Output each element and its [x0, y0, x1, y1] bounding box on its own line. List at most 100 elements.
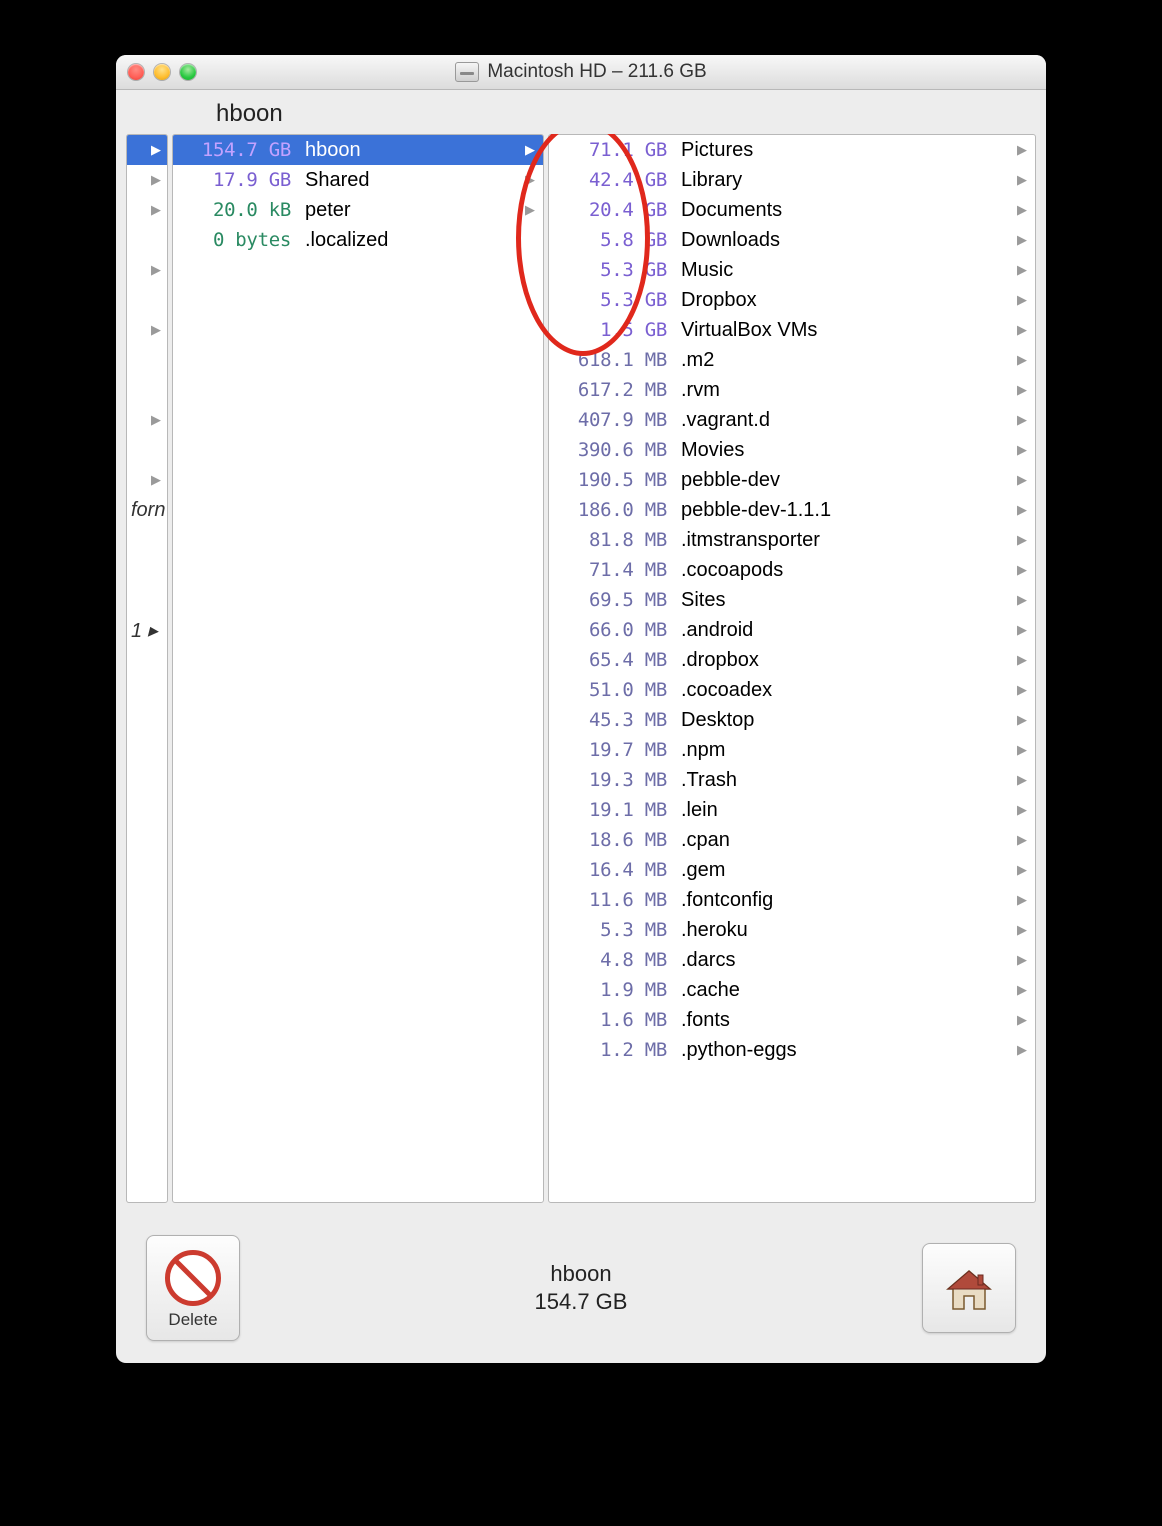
file-name: Music [667, 259, 1013, 282]
file-size: 19.3 MB [557, 769, 667, 791]
file-name: pebble-dev [667, 469, 1013, 492]
delete-button[interactable]: Delete [146, 1235, 240, 1341]
file-name: Documents [667, 199, 1013, 222]
file-size: 1.9 MB [557, 979, 667, 1001]
peek-arrow[interactable]: ▶ [127, 315, 167, 345]
file-size: 5.3 GB [557, 259, 667, 281]
peek-arrow[interactable]: ▶ [127, 165, 167, 195]
contents-row[interactable]: 5.3 GBMusic▶ [549, 255, 1035, 285]
chevron-right-icon: ▶ [521, 172, 539, 188]
contents-row[interactable]: 618.1 MB.m2▶ [549, 345, 1035, 375]
contents-row[interactable]: 51.0 MB.cocoadex▶ [549, 675, 1035, 705]
chevron-right-icon: ▶ [1013, 832, 1031, 848]
contents-row[interactable]: 5.3 MB.heroku▶ [549, 915, 1035, 945]
file-size: 45.3 MB [557, 709, 667, 731]
contents-row[interactable]: 11.6 MB.fontconfig▶ [549, 885, 1035, 915]
contents-row[interactable]: 5.3 GBDropbox▶ [549, 285, 1035, 315]
chevron-right-icon: ▶ [1013, 922, 1031, 938]
chevron-right-icon: ▶ [1013, 532, 1031, 548]
zoom-button[interactable] [180, 64, 196, 80]
file-name: hboon [291, 139, 521, 162]
file-name: Sites [667, 589, 1013, 612]
file-size: 190.5 MB [557, 469, 667, 491]
chevron-right-icon: ▶ [1013, 232, 1031, 248]
file-name: .heroku [667, 919, 1013, 942]
contents-row[interactable]: 16.4 MB.gem▶ [549, 855, 1035, 885]
contents-row[interactable]: 19.3 MB.Trash▶ [549, 765, 1035, 795]
chevron-right-icon: ▶ [1013, 142, 1031, 158]
file-name: .cpan [667, 829, 1013, 852]
file-size: 69.5 MB [557, 589, 667, 611]
chevron-right-icon: ▶ [1013, 1042, 1031, 1058]
file-size: 5.8 GB [557, 229, 667, 251]
contents-row[interactable]: 1.2 MB.python-eggs▶ [549, 1035, 1035, 1065]
contents-row[interactable]: 19.7 MB.npm▶ [549, 735, 1035, 765]
peek-arrow[interactable]: ▶ [127, 195, 167, 225]
contents-row[interactable]: 19.1 MB.lein▶ [549, 795, 1035, 825]
chevron-right-icon: ▶ [1013, 502, 1031, 518]
file-size: 407.9 MB [557, 409, 667, 431]
contents-row[interactable]: 66.0 MB.android▶ [549, 615, 1035, 645]
contents-row[interactable]: 18.6 MB.cpan▶ [549, 825, 1035, 855]
column-users[interactable]: 154.7 GBhboon▶17.9 GBShared▶20.0 kBpeter… [172, 134, 544, 1203]
home-button[interactable] [922, 1243, 1016, 1333]
contents-row[interactable]: 1.5 GBVirtualBox VMs▶ [549, 315, 1035, 345]
column-hboon-contents[interactable]: 71.1 GBPictures▶42.4 GBLibrary▶20.4 GBDo… [548, 134, 1036, 1203]
peek-arrow[interactable] [127, 555, 167, 585]
chevron-right-icon: ▶ [1013, 472, 1031, 488]
peek-arrow[interactable] [127, 345, 167, 375]
titlebar[interactable]: Macintosh HD – 211.6 GB [116, 55, 1046, 90]
chevron-right-icon: ▶ [1013, 262, 1031, 278]
file-name: Dropbox [667, 289, 1013, 312]
contents-row[interactable]: 71.4 MB.cocoapods▶ [549, 555, 1035, 585]
file-name: .m2 [667, 349, 1013, 372]
close-button[interactable] [128, 64, 144, 80]
column-prev-peek[interactable]: ▶▶▶▶▶▶▶forn1 ▸ [126, 134, 168, 1203]
file-name: .cocoapods [667, 559, 1013, 582]
chevron-right-icon: ▶ [1013, 892, 1031, 908]
peek-arrow[interactable]: ▶ [127, 465, 167, 495]
contents-row[interactable]: 186.0 MBpebble-dev-1.1.1▶ [549, 495, 1035, 525]
columns-container: ▶▶▶▶▶▶▶forn1 ▸ 154.7 GBhboon▶17.9 GBShar… [126, 134, 1036, 1203]
file-name: Library [667, 169, 1013, 192]
chevron-right-icon: ▶ [1013, 982, 1031, 998]
peek-arrow[interactable] [127, 435, 167, 465]
file-size: 1.2 MB [557, 1039, 667, 1061]
contents-row[interactable]: 71.1 GBPictures▶ [549, 135, 1035, 165]
peek-arrow[interactable] [127, 225, 167, 255]
file-size: 5.3 GB [557, 289, 667, 311]
users-row[interactable]: 154.7 GBhboon▶ [173, 135, 543, 165]
contents-row[interactable]: 20.4 GBDocuments▶ [549, 195, 1035, 225]
peek-arrow[interactable]: ▶ [127, 135, 167, 165]
contents-row[interactable]: 390.6 MBMovies▶ [549, 435, 1035, 465]
users-row[interactable]: 20.0 kBpeter▶ [173, 195, 543, 225]
file-name: .gem [667, 859, 1013, 882]
file-name: .cocoadex [667, 679, 1013, 702]
contents-row[interactable]: 5.8 GBDownloads▶ [549, 225, 1035, 255]
users-row[interactable]: 0 bytes.localized [173, 225, 543, 255]
file-size: 154.7 GB [181, 139, 291, 161]
file-size: 17.9 GB [181, 169, 291, 191]
peek-arrow[interactable] [127, 525, 167, 555]
peek-arrow[interactable] [127, 285, 167, 315]
contents-row[interactable]: 81.8 MB.itmstransporter▶ [549, 525, 1035, 555]
file-size: 11.6 MB [557, 889, 667, 911]
minimize-button[interactable] [154, 64, 170, 80]
peek-arrow[interactable] [127, 375, 167, 405]
contents-row[interactable]: 65.4 MB.dropbox▶ [549, 645, 1035, 675]
file-name: Pictures [667, 139, 1013, 162]
contents-row[interactable]: 190.5 MBpebble-dev▶ [549, 465, 1035, 495]
peek-arrow[interactable] [127, 585, 167, 615]
contents-row[interactable]: 407.9 MB.vagrant.d▶ [549, 405, 1035, 435]
contents-row[interactable]: 617.2 MB.rvm▶ [549, 375, 1035, 405]
file-name: pebble-dev-1.1.1 [667, 499, 1013, 522]
peek-arrow[interactable]: ▶ [127, 255, 167, 285]
contents-row[interactable]: 45.3 MBDesktop▶ [549, 705, 1035, 735]
peek-arrow[interactable]: ▶ [127, 405, 167, 435]
contents-row[interactable]: 1.9 MB.cache▶ [549, 975, 1035, 1005]
users-row[interactable]: 17.9 GBShared▶ [173, 165, 543, 195]
contents-row[interactable]: 69.5 MBSites▶ [549, 585, 1035, 615]
contents-row[interactable]: 42.4 GBLibrary▶ [549, 165, 1035, 195]
contents-row[interactable]: 4.8 MB.darcs▶ [549, 945, 1035, 975]
contents-row[interactable]: 1.6 MB.fonts▶ [549, 1005, 1035, 1035]
